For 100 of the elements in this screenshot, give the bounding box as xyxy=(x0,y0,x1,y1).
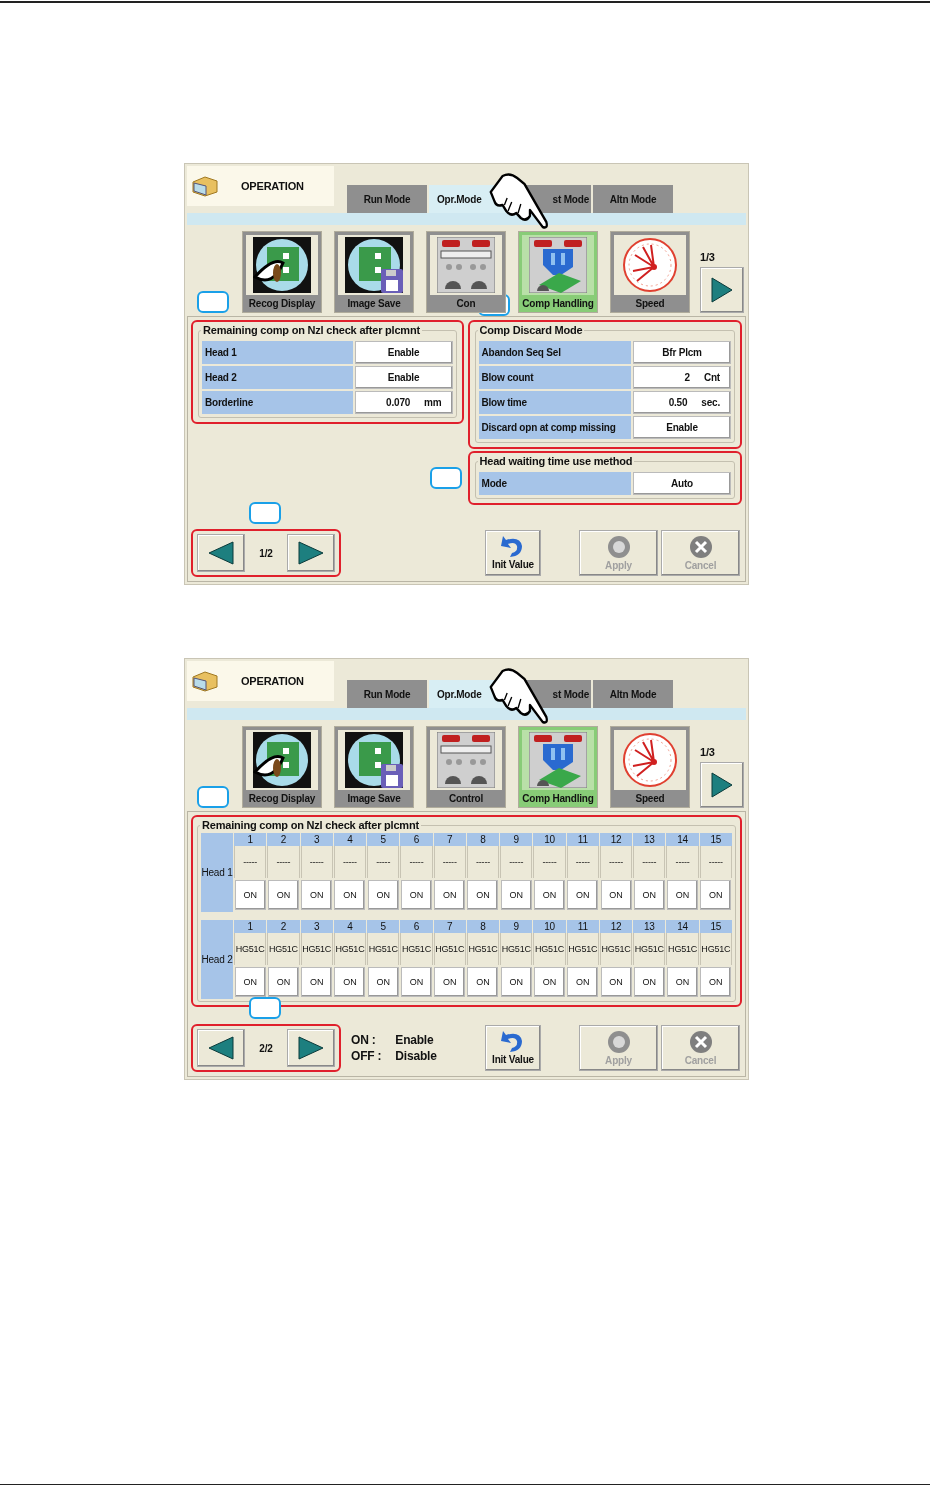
next-button[interactable] xyxy=(287,534,335,572)
toggle-button[interactable]: ON xyxy=(434,967,466,997)
group-title: Remaining comp on Nzl check after plcmnt xyxy=(200,819,421,831)
legend-meaning: Enable xyxy=(395,1033,435,1047)
function-button[interactable]: Speed xyxy=(610,726,690,808)
nozzle-type: HG51C xyxy=(300,933,333,965)
toggle-button[interactable]: ON xyxy=(467,967,499,997)
function-button[interactable]: Control xyxy=(426,726,506,808)
nozzle-number: 8 xyxy=(466,920,500,933)
toggle-button[interactable]: ON xyxy=(600,967,632,997)
head-label: Head 1 xyxy=(201,833,233,912)
machine-icon xyxy=(529,237,587,293)
nozzle-type: HG51C xyxy=(599,933,633,965)
nozzle-type: HG51C xyxy=(633,933,666,965)
nozzle-type: ----- xyxy=(300,846,333,878)
toggle-button[interactable]: ON xyxy=(667,880,699,910)
left-triangle-icon xyxy=(208,541,234,565)
toggle-button[interactable]: ON xyxy=(267,880,299,910)
value-button[interactable]: Enable xyxy=(354,366,453,389)
value-button[interactable]: Enable xyxy=(633,416,731,439)
toggle-button[interactable]: ON xyxy=(567,967,599,997)
tab[interactable]: Altn Mode xyxy=(593,680,673,708)
toggle-button[interactable]: ON xyxy=(234,880,266,910)
init-value-button[interactable]: Init Value xyxy=(485,530,541,576)
control-panel-icon xyxy=(437,732,495,788)
tab[interactable]: Run Mode xyxy=(347,185,427,213)
nozzle-number: 12 xyxy=(599,833,633,846)
function-button[interactable]: Recog Display xyxy=(242,726,322,808)
group-title: Head waiting time use method xyxy=(477,455,635,467)
toggle-button[interactable]: ON xyxy=(367,880,399,910)
init-value-button[interactable]: Init Value xyxy=(485,1025,541,1071)
toggle-button[interactable]: ON xyxy=(334,967,366,997)
toggle-button[interactable]: ON xyxy=(633,880,665,910)
next-button[interactable] xyxy=(287,1029,335,1067)
circle-icon xyxy=(606,535,631,559)
tab[interactable]: st Mode xyxy=(550,680,591,708)
nozzle-number: 14 xyxy=(666,920,699,933)
value-button[interactable]: 0.50 sec. xyxy=(633,391,731,414)
nozzle-type: HG51C xyxy=(267,933,300,965)
toggle-button[interactable]: ON xyxy=(667,967,699,997)
nozzle-number: 11 xyxy=(566,920,599,933)
next-button[interactable] xyxy=(700,267,744,313)
nozzle-number: 14 xyxy=(666,833,699,846)
toggle-button[interactable]: ON xyxy=(534,967,565,997)
close-icon xyxy=(688,535,713,559)
nozzle-number: 1 xyxy=(234,833,267,846)
right-triangle-icon xyxy=(298,541,324,565)
previous-button[interactable] xyxy=(197,1029,245,1067)
value-button[interactable]: 0.070 mm xyxy=(354,391,453,414)
value-text: 0.070 xyxy=(386,397,411,408)
function-button[interactable]: Comp Handling xyxy=(518,726,598,808)
right-triangle-icon xyxy=(711,277,733,303)
toggle-button[interactable]: ON xyxy=(234,967,266,997)
function-button[interactable]: Speed xyxy=(610,231,690,313)
page-indicator: 2/2 xyxy=(258,1042,274,1054)
toggle-button[interactable]: ON xyxy=(301,880,333,910)
toggle-button[interactable]: ON xyxy=(600,880,632,910)
legend-key: OFF : xyxy=(351,1049,382,1063)
value-button[interactable]: Bfr Plcm xyxy=(633,341,731,364)
toggle-button[interactable]: ON xyxy=(434,880,466,910)
setting-label: Discard opn at comp missing xyxy=(478,416,631,439)
nozzle-type: HG51C xyxy=(466,933,500,965)
next-button[interactable] xyxy=(700,762,744,808)
nozzle-type: ----- xyxy=(666,846,699,878)
nozzle-type: HG51C xyxy=(433,933,466,965)
function-button[interactable]: Comp Handling xyxy=(518,231,598,313)
nozzle-number: 1 xyxy=(234,920,267,933)
toggle-button[interactable]: ON xyxy=(267,967,299,997)
tab[interactable]: Run Mode xyxy=(347,680,427,708)
toggle-button[interactable]: ON xyxy=(633,967,665,997)
function-button[interactable]: Image Save xyxy=(334,231,414,313)
toggle-button[interactable]: ON xyxy=(700,880,732,910)
toggle-button[interactable]: ON xyxy=(534,880,565,910)
nozzle-number: 5 xyxy=(367,920,400,933)
tab[interactable]: Altn Mode xyxy=(593,185,673,213)
nozzle-number: 10 xyxy=(533,833,566,846)
tab[interactable]: st Mode xyxy=(550,185,591,213)
toggle-button[interactable]: ON xyxy=(400,880,432,910)
speedometer-icon xyxy=(621,732,679,788)
nozzle-number: 15 xyxy=(699,833,732,846)
nozzle-type: ----- xyxy=(599,846,633,878)
toggle-button[interactable]: ON xyxy=(567,880,599,910)
toggle-button[interactable]: ON xyxy=(500,967,532,997)
previous-button[interactable] xyxy=(197,534,245,572)
toggle-button[interactable]: ON xyxy=(700,967,732,997)
toggle-button[interactable]: ON xyxy=(367,967,399,997)
toggle-button[interactable]: ON xyxy=(500,880,532,910)
toggle-button[interactable]: ON xyxy=(467,880,499,910)
toggle-button[interactable]: ON xyxy=(334,880,366,910)
value-button[interactable]: Enable xyxy=(354,341,453,364)
toggle-button[interactable]: ON xyxy=(301,967,333,997)
value-button[interactable]: 2 Cnt xyxy=(633,366,731,389)
function-button[interactable]: Recog Display xyxy=(242,231,322,313)
nozzle-number: 9 xyxy=(500,920,533,933)
value-button[interactable]: Auto xyxy=(633,472,731,495)
unit-text: sec. xyxy=(701,397,720,408)
screen-title: OPERATION xyxy=(241,180,304,192)
function-button[interactable]: Image Save xyxy=(334,726,414,808)
toggle-button[interactable]: ON xyxy=(400,967,432,997)
function-button[interactable]: Con xyxy=(426,231,506,313)
